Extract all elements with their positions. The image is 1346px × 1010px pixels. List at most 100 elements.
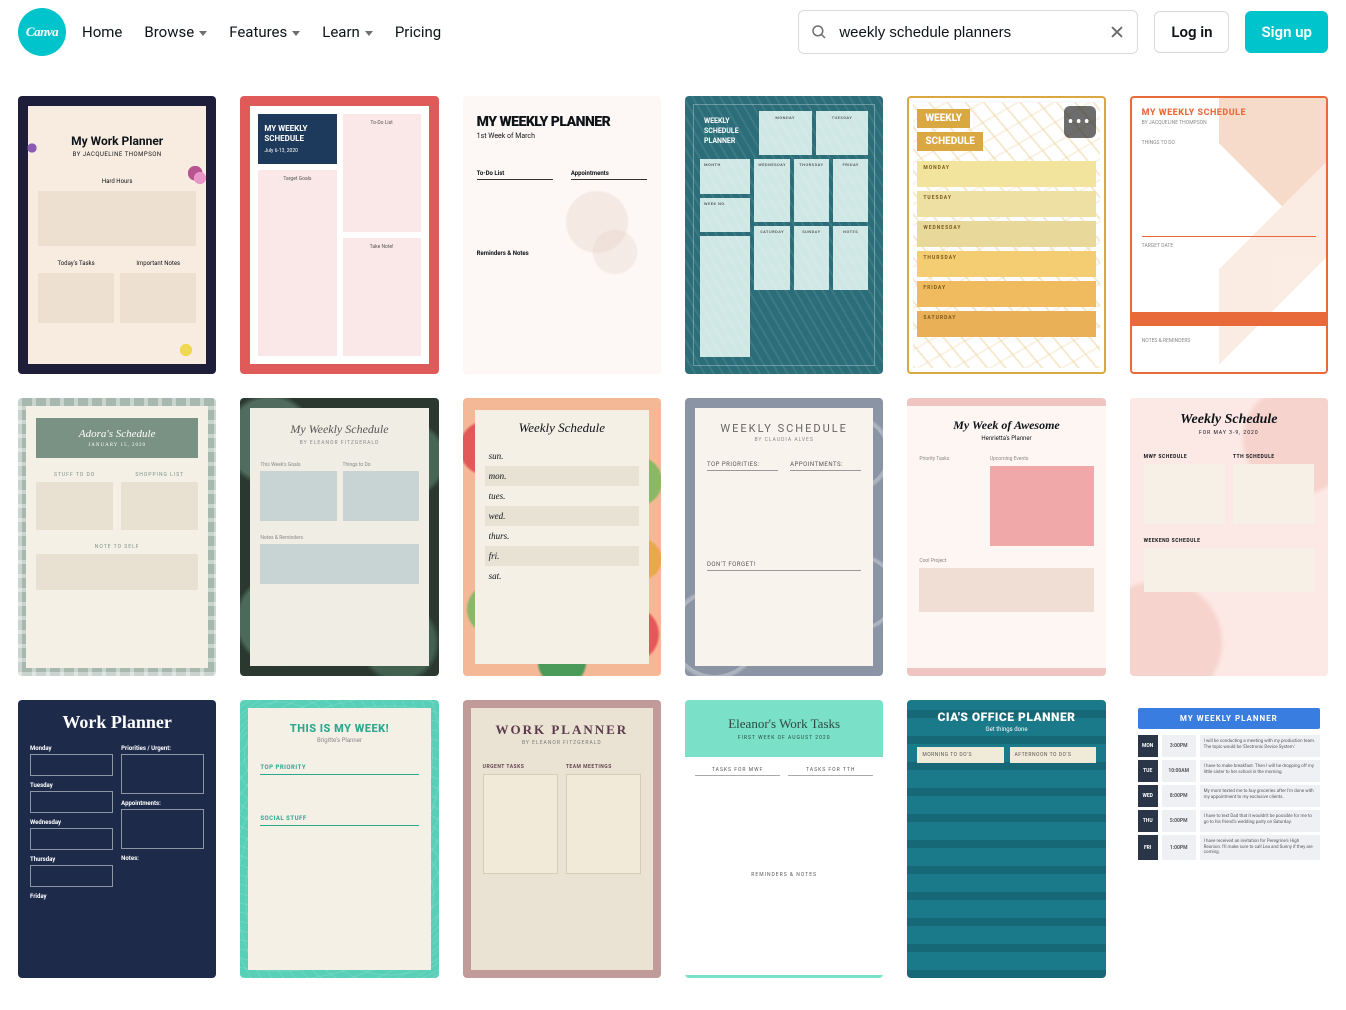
template-card[interactable]: My Week of Awesome Henrietta's Planner P… (907, 398, 1105, 676)
section-label: TARGET DATE (1142, 243, 1316, 249)
day-label: MONDAY (759, 111, 812, 155)
day-label: Friday (30, 893, 113, 900)
template-card[interactable]: MY WEEKLY PLANNER MON3:00PMI will be con… (1130, 700, 1328, 978)
day-label: Tuesday (30, 782, 113, 789)
section-label: Things to Do (343, 462, 419, 468)
search-bar[interactable] (798, 10, 1138, 54)
entry-text: I will be conducting a meeting with my p… (1200, 735, 1320, 757)
template-card[interactable]: Adora's ScheduleJANUARY 15, 2020 STUFF T… (18, 398, 216, 676)
template-subtitle: FIRST WEEK OF AUGUST 2020 (695, 735, 873, 741)
day-label: WEDNESDAY (754, 159, 789, 222)
template-title: Work Planner (30, 712, 204, 733)
section-label: TOP PRIORITY (260, 764, 418, 775)
day-label: sat. (485, 566, 639, 586)
section-label: Appointments: (121, 800, 204, 807)
template-title: Eleanor's Work Tasks (695, 716, 873, 732)
nav-features-label: Features (229, 23, 287, 41)
search-icon (809, 22, 829, 42)
time-label: 5:00PM (1162, 810, 1196, 832)
template-card[interactable]: WORK PLANNER BY ELEANOR FITZGERALD URGEN… (463, 700, 661, 978)
entry-text: I have to make breakfast. Then I will be… (1200, 760, 1320, 782)
section-label: This Week's Goals (260, 462, 336, 468)
chevron-down-icon (292, 31, 300, 36)
day-label: SATURDAY (917, 311, 1095, 337)
time-label: 8:00PM (1162, 785, 1196, 807)
section-label: Notes: (121, 855, 204, 862)
template-title: Weekly Schedule (1144, 412, 1314, 428)
nav-home[interactable]: Home (82, 23, 122, 41)
top-header: Canva Home Browse Features Learn Pricing… (0, 0, 1346, 64)
section-label: Take Note! (343, 238, 421, 356)
template-card[interactable]: WEEKLY SCHEDULE BY CLAUDIA ALVES TOP PRI… (685, 398, 883, 676)
section-label: NOTES & REMINDERS (1142, 338, 1191, 344)
day-label: TUE (1138, 760, 1158, 782)
section-label: APPOINTMENTS: (790, 461, 861, 471)
template-title: MY WEEKLY SCHEDULE (264, 124, 330, 145)
day-label: FRIDAY (833, 159, 868, 222)
section-label: TEAM MEETINGS (566, 764, 641, 770)
section-label: Priorities / Urgent: (121, 745, 204, 752)
template-card[interactable]: MY WEEKLY PLANNER 1st Week of March To-D… (463, 96, 661, 374)
nav-pricing[interactable]: Pricing (395, 23, 441, 41)
section-label: WEEK NO. (700, 198, 751, 233)
time-label: 1:00PM (1162, 835, 1196, 861)
template-card[interactable]: THIS IS MY WEEK! Brigitte's Planner TOP … (240, 700, 438, 978)
search-input[interactable] (839, 24, 1097, 41)
template-grid: My Work Planner BY JACQUELINE THOMPSON H… (0, 64, 1346, 1010)
day-label: mon. (485, 466, 639, 486)
section-label: Upcoming Events (990, 456, 1094, 462)
nav-learn[interactable]: Learn (322, 23, 373, 41)
section-label: To-Do List (343, 114, 421, 232)
day-label: tues. (485, 486, 639, 506)
day-label: fri. (485, 546, 639, 566)
section-label: Hard Hours (38, 178, 196, 185)
template-title: WORK PLANNER (483, 722, 641, 738)
template-card[interactable]: Weekly Schedule sun. mon. tues. wed. thu… (463, 398, 661, 676)
section-label: SHOPPING LIST (121, 472, 198, 478)
nav-browse[interactable]: Browse (144, 23, 207, 41)
template-title: THIS IS MY WEEK! (260, 722, 418, 735)
main-nav: Home Browse Features Learn Pricing (82, 23, 441, 41)
template-subtitle: BY CLAUDIA ALVES (707, 437, 861, 443)
section-label: Today's Tasks (38, 260, 114, 267)
template-card[interactable]: Eleanor's Work Tasks FIRST WEEK OF AUGUS… (685, 700, 883, 978)
day-label: WED (1138, 785, 1158, 807)
template-card[interactable]: My Weekly Schedule BY ELEANOR FITZGERALD… (240, 398, 438, 676)
day-label: TUESDAY (816, 111, 869, 155)
template-card[interactable]: MY WEEKLY SCHEDULEJuly 6-13, 2020 Target… (240, 96, 438, 374)
day-label: sun. (485, 446, 639, 466)
template-card[interactable]: Work Planner Monday Tuesday Wednesday Th… (18, 700, 216, 978)
section-label: Important Notes (120, 260, 196, 267)
nav-features[interactable]: Features (229, 23, 300, 41)
template-subtitle: Brigitte's Planner (260, 737, 418, 744)
template-title: CIA'S OFFICE PLANNER (917, 710, 1095, 724)
template-subtitle: FOR MAY 3-9, 2020 (1144, 430, 1314, 436)
more-options-button[interactable]: ••• (1064, 106, 1096, 138)
entry-text: My mom texted me to buy groceries after … (1200, 785, 1320, 807)
section-label: TOP PRIORITIES: (707, 461, 778, 471)
day-label: NOTES (833, 226, 868, 289)
template-card[interactable]: My Work Planner BY JACQUELINE THOMPSON H… (18, 96, 216, 374)
signup-button[interactable]: Sign up (1245, 11, 1328, 53)
day-label: wed. (485, 506, 639, 526)
template-title: MY WEEKLY PLANNER (1138, 708, 1320, 729)
template-card[interactable]: ••• WEEKLY SCHEDULE MONDAY TUESDAY WEDNE… (907, 96, 1105, 374)
template-title: WEEKLY (917, 109, 970, 128)
template-card[interactable]: WEEKLY SCHEDULE PLANNER MONDAY TUESDAY M… (685, 96, 883, 374)
template-card[interactable]: CIA'S OFFICE PLANNER Get things done MOR… (907, 700, 1105, 978)
clear-search-button[interactable] (1107, 22, 1127, 42)
canva-logo[interactable]: Canva (18, 8, 66, 56)
day-label: MON (1138, 735, 1158, 757)
template-date: July 6-13, 2020 (264, 148, 330, 155)
section-label: Appointments (571, 170, 647, 180)
template-subtitle: Get things done (917, 726, 1095, 733)
template-card[interactable]: MY WEEKLY SCHEDULE BY JACQUELINE THOMPSO… (1130, 96, 1328, 374)
template-card[interactable]: Weekly Schedule FOR MAY 3-9, 2020 MWF SC… (1130, 398, 1328, 676)
login-button[interactable]: Log in (1154, 11, 1229, 53)
template-subtitle: BY JACQUELINE THOMPSON (38, 151, 196, 158)
day-label: THURSDAY (794, 159, 829, 222)
day-label: SUNDAY (794, 226, 829, 289)
template-subtitle: Henrietta's Planner (919, 435, 1093, 442)
day-label: Thursday (30, 856, 113, 863)
day-label: Wednesday (30, 819, 113, 826)
